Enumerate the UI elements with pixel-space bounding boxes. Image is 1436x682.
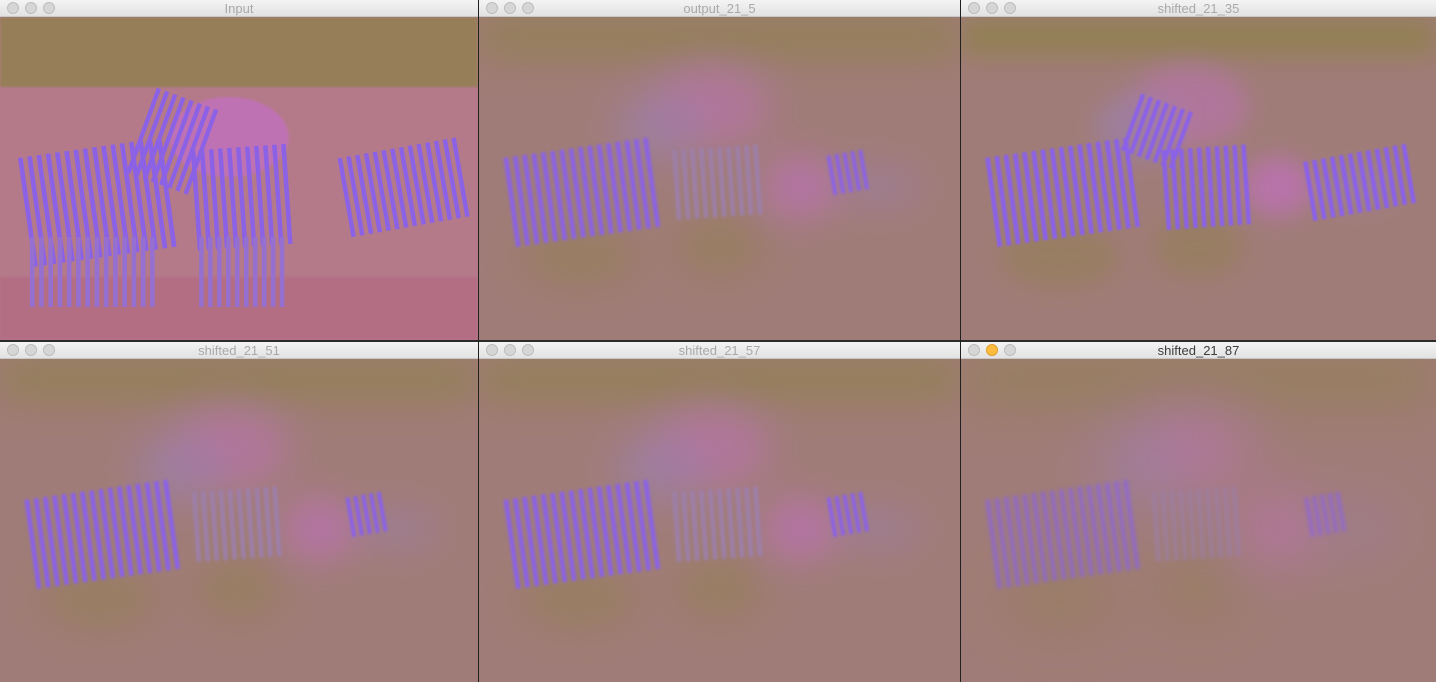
window-shifted-21-51[interactable]: shifted_21_51	[0, 342, 478, 682]
image-canvas	[961, 359, 1436, 682]
image-canvas	[479, 17, 960, 340]
window-title: shifted_21_87	[1157, 343, 1240, 358]
image-canvas	[479, 359, 960, 682]
titlebar[interactable]: shifted_21_51	[0, 342, 478, 359]
window-title: shifted_21_51	[198, 343, 280, 358]
window-title: shifted_21_35	[1157, 1, 1240, 16]
image-canvas	[961, 17, 1436, 340]
titlebar[interactable]: shifted_21_87	[961, 342, 1436, 359]
image-canvas	[0, 17, 478, 340]
titlebar[interactable]: shifted_21_35	[961, 0, 1436, 17]
titlebar[interactable]: output_21_5	[479, 0, 960, 17]
titlebar[interactable]: shifted_21_57	[479, 342, 960, 359]
window-title: Input	[224, 1, 254, 16]
window-title: shifted_21_57	[678, 343, 761, 358]
window-output-21-5[interactable]: output_21_5	[479, 0, 960, 340]
image-canvas	[0, 359, 478, 682]
window-input[interactable]: Input	[0, 0, 478, 340]
window-shifted-21-35[interactable]: shifted_21_35	[961, 0, 1436, 340]
window-title: output_21_5	[683, 1, 756, 16]
window-shifted-21-57[interactable]: shifted_21_57	[479, 342, 960, 682]
window-shifted-21-87[interactable]: shifted_21_87	[961, 342, 1436, 682]
titlebar[interactable]: Input	[0, 0, 478, 17]
